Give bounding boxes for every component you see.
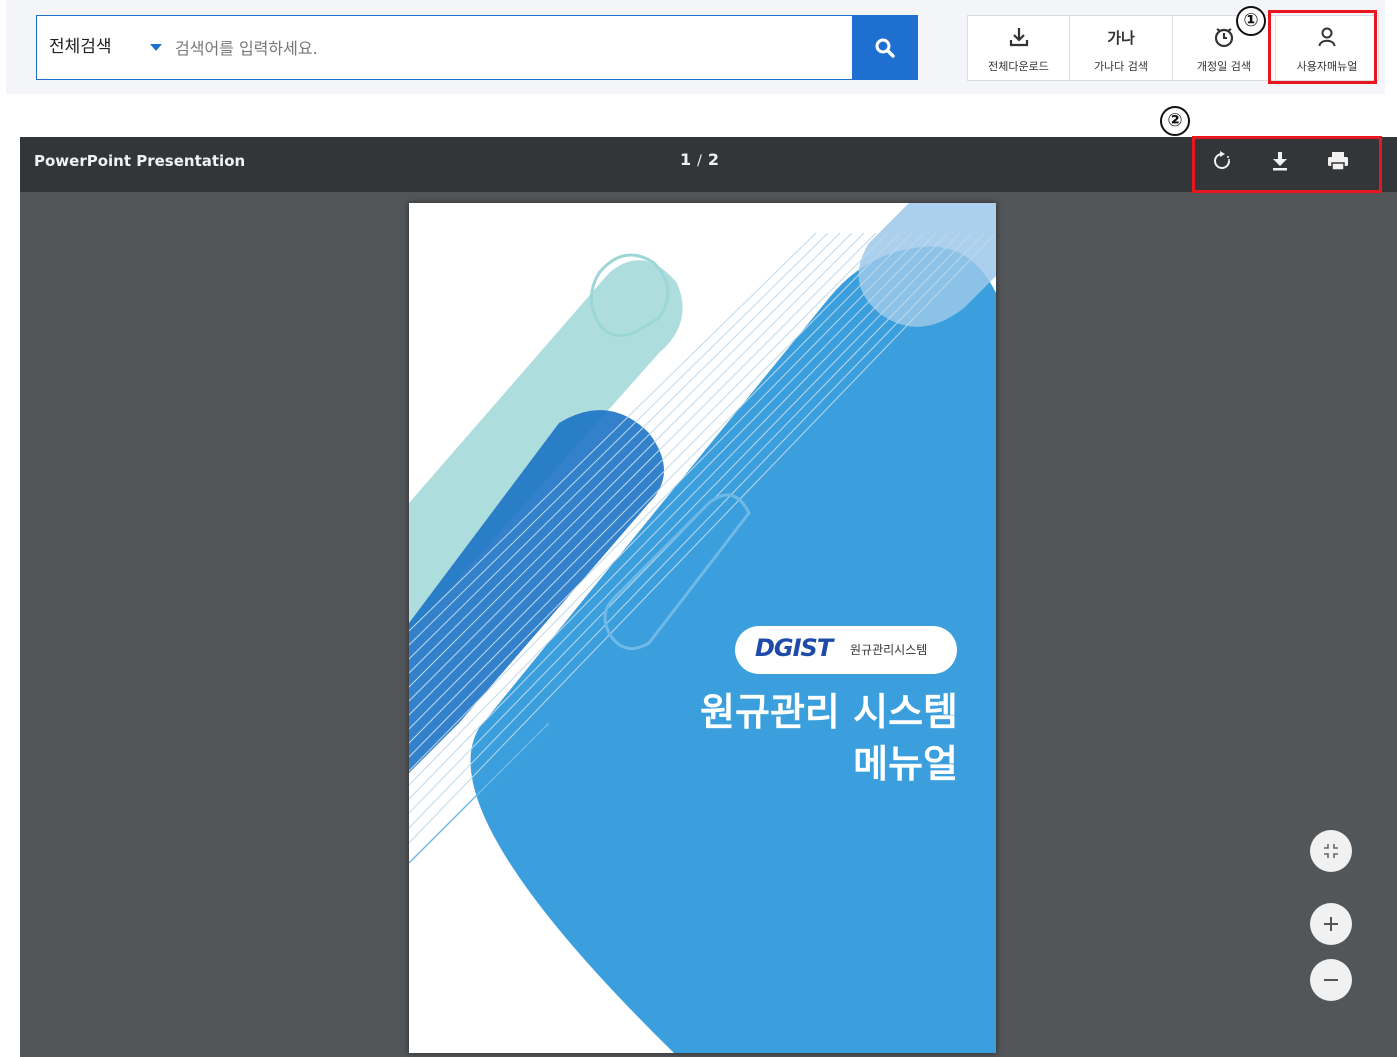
- zoom-in-button[interactable]: [1310, 903, 1352, 945]
- dgist-logo: DGIST: [755, 634, 833, 662]
- search-box: 전체검색: [36, 15, 918, 80]
- search-button[interactable]: [852, 16, 917, 79]
- logo-subtitle: 원규관리시스템: [850, 643, 928, 657]
- search-icon: [875, 38, 895, 58]
- marker-2: ②: [1160, 106, 1190, 136]
- fit-page-icon: [1324, 844, 1338, 858]
- top-search-bar: 전체검색 전체다운로드 가나 가나다 검색: [6, 0, 1385, 94]
- marker-1: ①: [1236, 6, 1266, 36]
- hangul-sort-glyph: 가나: [1107, 29, 1135, 47]
- highlight-box-viewer-actions: [1192, 136, 1382, 193]
- hangul-search-button[interactable]: 가나 가나다 검색: [1070, 15, 1173, 81]
- cover-title-line-1: 원규관리 시스템: [700, 690, 958, 734]
- search-scope-select[interactable]: 전체검색: [49, 16, 112, 79]
- current-page[interactable]: 1: [680, 150, 691, 169]
- download-icon: [968, 26, 1069, 50]
- minus-icon: [1324, 979, 1338, 981]
- page-separator: /: [697, 153, 702, 169]
- page-indicator: 1 / 2: [680, 137, 719, 184]
- download-all-button[interactable]: 전체다운로드: [967, 15, 1070, 81]
- download-all-label: 전체다운로드: [988, 60, 1049, 73]
- chevron-down-icon[interactable]: [150, 44, 162, 51]
- viewer-toolbar: PowerPoint Presentation 1 / 2: [20, 137, 1397, 192]
- brand-pill: DGIST 원규관리시스템: [735, 626, 957, 674]
- revision-date-search-label: 개정일 검색: [1196, 60, 1252, 73]
- pdf-viewer: PowerPoint Presentation 1 / 2 DGIST 원규관리시스…: [20, 137, 1397, 1057]
- highlight-box-user-manual: [1268, 10, 1377, 84]
- zoom-out-button[interactable]: [1310, 959, 1352, 1001]
- plus-icon: [1324, 917, 1338, 931]
- document-page-1: DGIST 원규관리시스템 원규관리 시스템 메뉴얼: [409, 203, 996, 1053]
- cover-title-line-2: 메뉴얼: [853, 742, 958, 786]
- search-input[interactable]: [173, 30, 867, 66]
- hangul-sort-icon: 가나: [1070, 26, 1172, 50]
- hangul-search-label: 가나다 검색: [1093, 60, 1149, 73]
- fit-page-button[interactable]: [1310, 830, 1352, 872]
- total-pages: 2: [707, 150, 719, 169]
- document-title: PowerPoint Presentation: [34, 152, 246, 170]
